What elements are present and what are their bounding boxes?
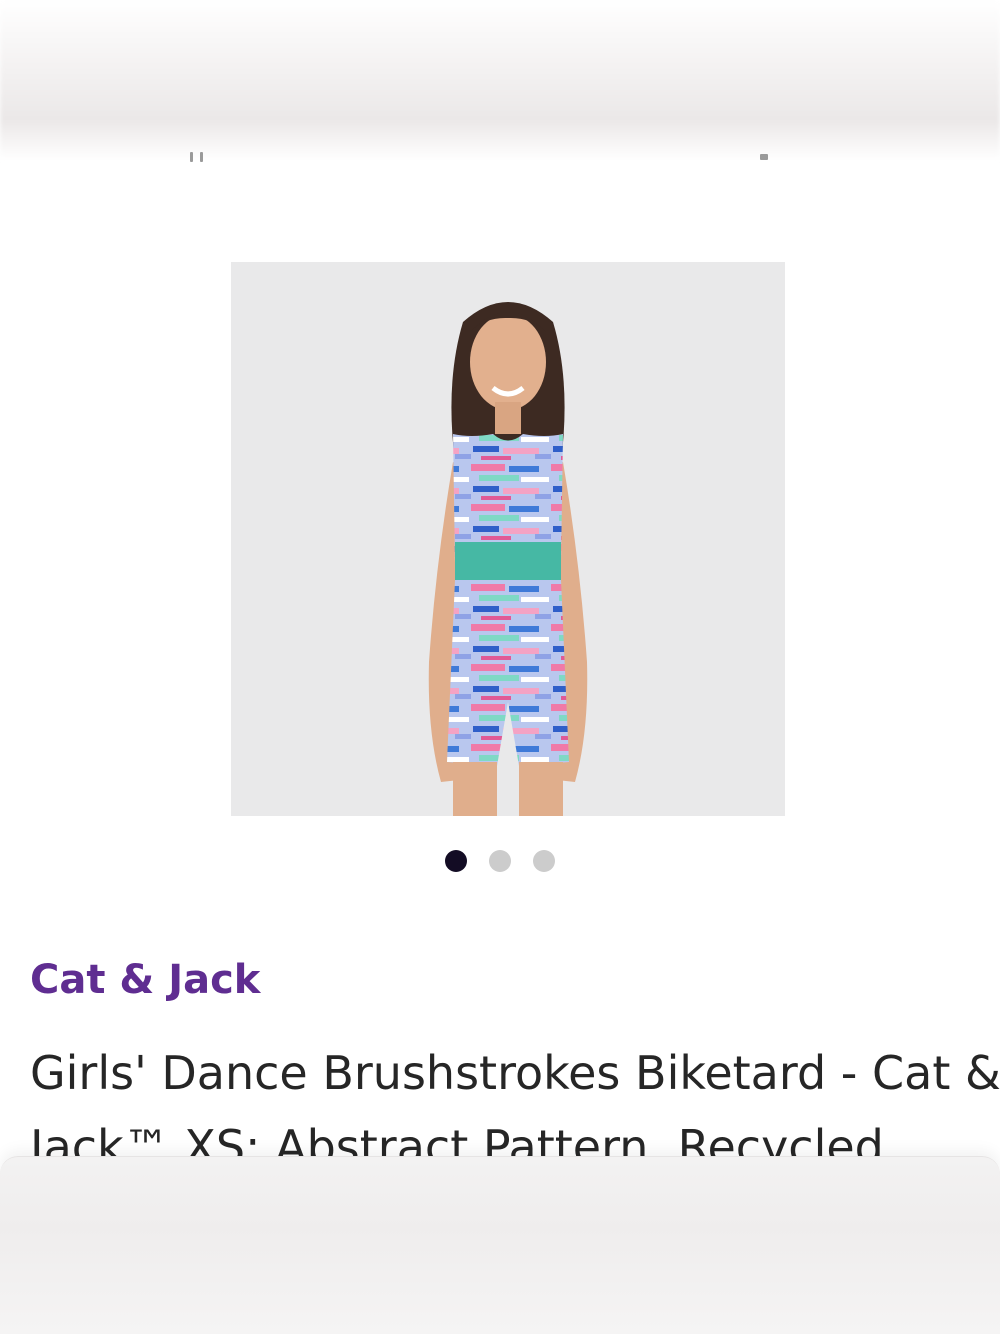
product-photo xyxy=(231,262,785,816)
obscured-text-fragment xyxy=(0,150,1000,164)
carousel-dot-2[interactable] xyxy=(489,850,511,872)
image-carousel-dots[interactable] xyxy=(0,850,1000,872)
brand-link[interactable]: Cat & Jack xyxy=(30,957,260,1003)
top-blurred-header xyxy=(0,0,1000,160)
carousel-dot-1[interactable] xyxy=(445,850,467,872)
bottom-sheet-overlay xyxy=(0,1156,1000,1334)
carousel-dot-3[interactable] xyxy=(533,850,555,872)
product-image[interactable] xyxy=(231,262,785,816)
product-title-line-1: Girls' Dance Brushstrokes Biketard - Cat… xyxy=(30,1046,1000,1100)
